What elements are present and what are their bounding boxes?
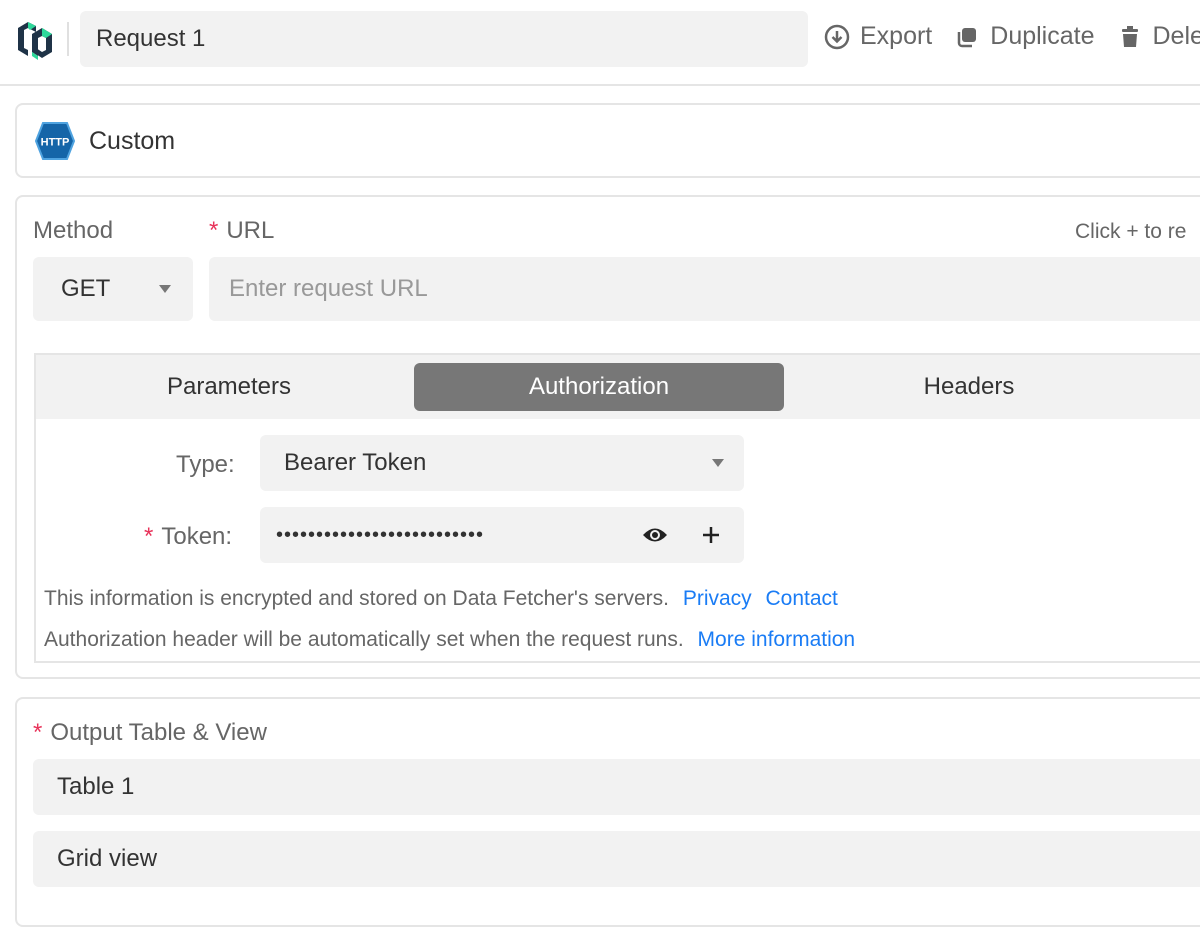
- auth-type-value: Bearer Token: [284, 449, 426, 477]
- token-value: ••••••••••••••••••••••••••: [276, 524, 484, 547]
- trash-icon: [1117, 24, 1143, 50]
- svg-text:HTTP: HTTP: [41, 137, 70, 149]
- contact-link[interactable]: Contact: [766, 587, 838, 610]
- download-circle-icon: [824, 24, 850, 50]
- auth-type-select[interactable]: Bearer Token: [260, 435, 744, 491]
- required-star: *: [33, 719, 42, 746]
- plus-icon[interactable]: [702, 526, 720, 544]
- url-label: * URL: [209, 217, 274, 245]
- tab-strip: Parameters Authorization Headers: [36, 355, 1200, 419]
- more-information-link[interactable]: More information: [698, 628, 856, 651]
- eye-icon[interactable]: [642, 525, 668, 545]
- encryption-note-text: This information is encrypted and stored…: [44, 587, 669, 610]
- header-note-text: Authorization header will be automatical…: [44, 628, 684, 651]
- url-hint: Click + to re: [1075, 220, 1186, 244]
- source-label: Custom: [89, 127, 175, 156]
- token-input[interactable]: ••••••••••••••••••••••••••: [260, 507, 744, 563]
- url-label-text: URL: [226, 217, 274, 244]
- url-placeholder: Enter request URL: [229, 275, 428, 303]
- export-button[interactable]: Export: [824, 22, 932, 51]
- request-tabs-panel: Parameters Authorization Headers Type: B…: [34, 353, 1200, 663]
- type-label: Type:: [176, 451, 235, 479]
- request-card: Method * URL Click + to re GET Enter requ…: [15, 195, 1200, 679]
- delete-label: Delete: [1153, 22, 1200, 51]
- tab-authorization[interactable]: Authorization: [414, 363, 784, 411]
- encryption-note: This information is encrypted and stored…: [44, 587, 838, 611]
- output-label: * Output Table & View: [33, 719, 267, 747]
- required-star: *: [144, 523, 153, 550]
- url-input[interactable]: Enter request URL: [209, 257, 1200, 321]
- delete-button[interactable]: Delete: [1117, 22, 1200, 51]
- token-label-text: Token:: [161, 523, 232, 550]
- privacy-link[interactable]: Privacy: [683, 587, 752, 610]
- top-bar: Export Duplicate Delete: [0, 0, 1200, 86]
- output-table-select[interactable]: Table 1: [33, 759, 1200, 815]
- output-card: * Output Table & View Table 1 Grid view: [15, 697, 1200, 927]
- token-label: * Token:: [144, 523, 232, 551]
- output-view-value: Grid view: [57, 845, 157, 873]
- output-view-select[interactable]: Grid view: [33, 831, 1200, 887]
- request-title-input[interactable]: [80, 11, 808, 67]
- chevron-down-icon: [712, 459, 724, 467]
- output-table-value: Table 1: [57, 773, 134, 801]
- tab-headers[interactable]: Headers: [784, 363, 1154, 411]
- chevron-down-icon: [159, 285, 171, 293]
- app-logo-icon: [16, 18, 56, 62]
- required-star: *: [209, 217, 218, 244]
- http-icon: HTTP: [35, 121, 75, 161]
- duplicate-label: Duplicate: [990, 22, 1094, 51]
- tab-parameters[interactable]: Parameters: [44, 363, 414, 411]
- method-value: GET: [61, 275, 110, 303]
- header-note: Authorization header will be automatical…: [44, 628, 855, 652]
- source-card[interactable]: HTTP Custom: [15, 103, 1200, 178]
- method-select[interactable]: GET: [33, 257, 193, 321]
- divider: [67, 22, 69, 56]
- export-label: Export: [860, 22, 932, 51]
- duplicate-icon: [954, 24, 980, 50]
- duplicate-button[interactable]: Duplicate: [954, 22, 1094, 51]
- method-label: Method: [33, 217, 113, 245]
- output-label-text: Output Table & View: [50, 719, 267, 746]
